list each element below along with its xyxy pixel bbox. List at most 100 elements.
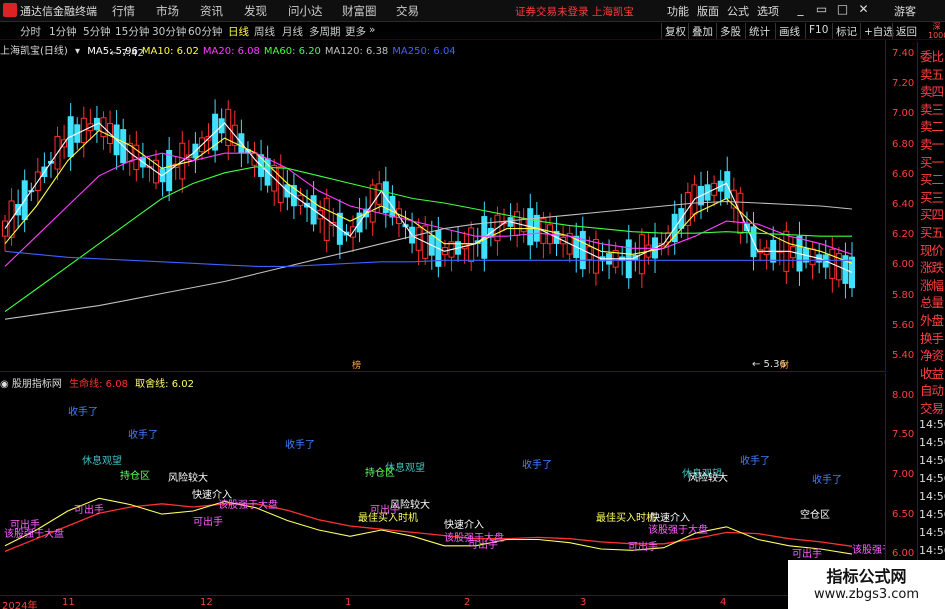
side-item[interactable]: 现价	[920, 240, 944, 259]
ma-value-ma10: MA10: 6.02	[141, 46, 199, 57]
menu-item-faxian[interactable]: 发现	[244, 3, 267, 19]
layout-button[interactable]: 版面	[697, 3, 719, 19]
tab-60min[interactable]: 60分钟	[188, 24, 222, 39]
date-tick: 2024年	[2, 601, 38, 609]
ma-value-ma60: MA60: 6.20	[263, 46, 321, 57]
price-tick: 6.60	[892, 168, 915, 180]
signal-label: 风险较大	[168, 471, 208, 484]
options-button[interactable]: 选项	[757, 3, 779, 19]
signal-label: 可出手	[74, 503, 104, 516]
tab-monthly[interactable]: 月线	[282, 24, 303, 39]
side-item[interactable]: 卖二	[920, 116, 944, 135]
signal-label: 休息观望	[82, 454, 122, 467]
signal-label: 可出手	[468, 538, 498, 551]
trade-time: 14:56	[919, 472, 945, 485]
tab-15min[interactable]: 15分钟	[115, 24, 149, 39]
legend-toggle-icon[interactable]: ◉	[0, 379, 9, 390]
period-toolbar: 分时 1分钟 5分钟 15分钟 30分钟 60分钟 日线 周线 月线 多周期 更…	[0, 22, 945, 40]
side-item[interactable]: 外盘	[920, 310, 944, 329]
date-axis: 2024年 11 12 1 2 3 4	[0, 595, 885, 609]
adjust-button[interactable]: 复权	[661, 23, 689, 39]
signal-label: 收手了	[522, 458, 552, 471]
signal-label: 可出手	[792, 547, 822, 560]
indicator-chart[interactable]: 收手了 收手了 收手了 收手了 收手了 收手了 休息观望 休息观望 休息观望 持仓区 持仓区 风险较大…	[0, 373, 885, 595]
ma-legend: 上海凯宝(日线) ▾ MA5: 5.96 MA10: 6.02 MA20: 6.08…	[0, 42, 464, 57]
menu-item-shichang[interactable]: 市场	[156, 3, 179, 19]
signal-label: 快速介入	[444, 519, 484, 531]
tab-fenshi[interactable]: 分时	[20, 24, 41, 39]
side-item[interactable]: 买四	[920, 204, 944, 223]
menu-item-hangqing[interactable]: 行情	[112, 3, 135, 19]
side-item[interactable]: 卖一	[920, 134, 944, 153]
side-item[interactable]: 涨幅	[920, 275, 944, 294]
f10-button[interactable]: F10	[805, 23, 831, 39]
tab-multi-period[interactable]: 多周期	[309, 24, 341, 39]
side-item[interactable]: 委比	[920, 46, 944, 65]
side-item[interactable]: 买五	[920, 222, 944, 241]
multi-stock-button[interactable]: 多股	[716, 23, 744, 39]
price-tick: 7.40	[892, 48, 915, 60]
price-tick: 5.80	[892, 289, 915, 301]
menu-item-jiaoyi[interactable]: 交易	[396, 3, 419, 19]
draw-line-button[interactable]: 画线	[775, 23, 803, 39]
side-item[interactable]: 收益	[920, 363, 944, 382]
menu-item-caifuquan[interactable]: 财富圈	[342, 3, 377, 19]
side-item[interactable]: 涨跌	[920, 257, 944, 276]
ma-value-ma120: MA120: 6.38	[324, 46, 389, 57]
side-item[interactable]: 买二	[920, 169, 944, 188]
trade-time: 14:56	[919, 526, 945, 539]
close-icon[interactable]: ✕	[855, 1, 872, 18]
more-chevron-icon[interactable]: »	[369, 24, 375, 36]
price-tick: 6.20	[892, 229, 915, 241]
side-item[interactable]: 卖三	[920, 99, 944, 118]
date-tick: 1	[345, 597, 352, 608]
tab-30min[interactable]: 30分钟	[152, 24, 186, 39]
signal-label: 可出手	[628, 540, 658, 553]
side-item[interactable]: 交易	[920, 398, 944, 417]
side-item[interactable]: 净资	[920, 345, 944, 364]
watermark-title: 指标公式网	[826, 567, 907, 586]
indicator-tick: 7.50	[892, 429, 915, 441]
side-item[interactable]: 买一	[920, 152, 944, 171]
date-tick: 2	[464, 597, 471, 608]
side-item[interactable]: 买三	[920, 187, 944, 206]
mark-button[interactable]: 标记	[832, 23, 860, 39]
trade-time: 14:56	[919, 544, 945, 557]
signal-label: 快速介入	[650, 512, 690, 524]
statistics-button[interactable]: 统计	[745, 23, 773, 39]
indicator-title: 股朋指标网	[11, 379, 62, 390]
maximize-icon[interactable]: □	[834, 1, 851, 18]
function-button[interactable]: 功能	[667, 3, 689, 19]
formula-button[interactable]: 公式	[727, 3, 749, 19]
trade-time: 14:56	[919, 508, 945, 521]
tab-daily[interactable]: 日线	[228, 24, 249, 39]
side-item[interactable]: 自动	[920, 380, 944, 399]
ma-values: MA5: 5.96 MA10: 6.02 MA20: 6.08 MA60: 6.20 M…	[87, 46, 459, 57]
price-tick: 6.40	[892, 199, 915, 210]
trade-time: 14:56	[919, 454, 945, 467]
guest-label[interactable]: 游客	[894, 3, 916, 19]
signal-label: 收手了	[740, 454, 770, 467]
menu-item-wenxiaoda[interactable]: 问小达	[288, 3, 323, 19]
side-item[interactable]: 换手	[920, 328, 944, 347]
side-item[interactable]: 卖四	[920, 81, 944, 100]
tab-more[interactable]: 更多	[345, 24, 366, 39]
legend-toggle-icon[interactable]: ▾	[75, 46, 80, 57]
restore-icon[interactable]: ▭	[813, 1, 830, 18]
minimize-icon[interactable]: _	[792, 1, 809, 18]
event-marker[interactable]: 榜	[352, 359, 361, 371]
tab-5min[interactable]: 5分钟	[83, 24, 111, 39]
tab-1min[interactable]: 1分钟	[49, 24, 77, 39]
indicator-tick: 7.00	[892, 469, 915, 481]
trade-time: 14:56	[919, 436, 945, 449]
side-item[interactable]: 卖五	[920, 64, 944, 83]
overlay-button[interactable]: 叠加	[688, 23, 716, 39]
event-marker[interactable]: 财	[780, 359, 789, 371]
market-tag: 深 1000	[928, 22, 945, 40]
menu-item-zixun[interactable]: 资讯	[200, 3, 223, 19]
back-button[interactable]: 返回	[892, 23, 920, 39]
side-item[interactable]: 总量	[920, 292, 944, 311]
watermark: 指标公式网 www.zbgs3.com	[788, 560, 945, 609]
tab-weekly[interactable]: 周线	[254, 24, 275, 39]
kline-chart[interactable]: ← 7.42 ← 5.36 榜财	[0, 40, 885, 372]
